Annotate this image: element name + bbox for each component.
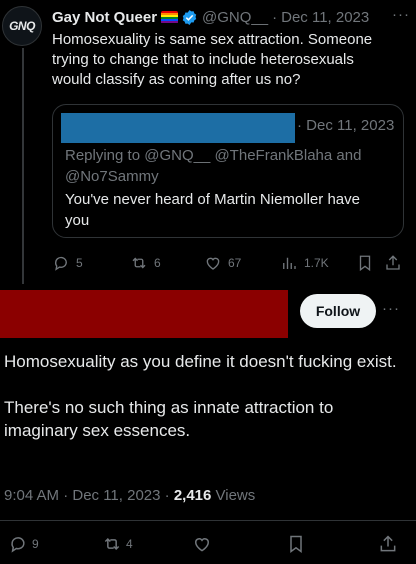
separator-dot: ·	[272, 8, 278, 26]
repost-count: 4	[126, 537, 133, 551]
views-label: Views	[211, 487, 256, 504]
main-tweet-paragraph: Homosexuality as you define it doesn't f…	[4, 352, 397, 371]
views-icon	[283, 257, 296, 269]
tweet-header: Gay Not Queer @GNQ__ · Dec 11, 2023	[52, 6, 410, 28]
handle[interactable]: @GNQ__	[202, 9, 268, 26]
bookmark-icon	[359, 255, 371, 272]
parent-tweet-actions: 5 6 67 1.7K	[52, 250, 404, 276]
repost-button[interactable]: 4	[102, 534, 133, 554]
thread-connector-line	[22, 48, 24, 284]
like-count: 67	[228, 256, 242, 270]
display-name[interactable]: Gay Not Queer	[52, 9, 157, 26]
bookmark-button[interactable]	[286, 534, 306, 554]
tweet-metadata: 9:04 AM · Dec 11, 2023 · 2,416 Views	[4, 487, 255, 504]
parent-tweet: Gay Not Queer @GNQ__ · Dec 11, 2023 Homo…	[52, 6, 410, 90]
quoted-date: · Dec 11, 2023	[297, 117, 395, 134]
like-button[interactable]	[192, 534, 212, 554]
tweet-date[interactable]: Dec 11, 2023	[281, 9, 369, 26]
share-icon	[386, 255, 400, 270]
tweet-text: Homosexuality is same sex attraction. So…	[52, 31, 373, 88]
bookmark-icon	[290, 535, 302, 553]
quoted-tweet[interactable]: · Dec 11, 2023 Replying to @GNQ__ @TheFr…	[52, 104, 404, 238]
reply-count: 9	[32, 537, 39, 551]
repost-icon	[132, 257, 146, 269]
views-count: 1.7K	[304, 256, 329, 270]
follow-button[interactable]: Follow	[300, 294, 376, 328]
repost-count: 6	[154, 256, 161, 270]
more-icon[interactable]: ···	[392, 6, 410, 23]
rainbow-flag-icon	[161, 10, 179, 24]
repost-button[interactable]: 6	[130, 254, 161, 272]
reply-icon	[11, 537, 25, 553]
like-icon	[206, 257, 220, 270]
quoted-text: You've never heard of Martin Niemoller h…	[65, 191, 360, 229]
redacted-author-box	[0, 290, 288, 338]
divider	[0, 520, 416, 521]
main-tweet-actions: 9 4	[0, 532, 416, 560]
reply-button[interactable]: 9	[8, 534, 39, 554]
main-tweet-paragraph: There's no such thing as innate attracti…	[4, 398, 334, 440]
more-icon[interactable]: ···	[382, 300, 400, 317]
reply-icon	[55, 256, 67, 271]
views-button[interactable]: 1.7K	[280, 254, 329, 272]
share-icon	[380, 535, 396, 552]
avatar[interactable]: GNQ	[2, 6, 42, 46]
bookmark-button[interactable]	[356, 254, 374, 272]
replying-to: Replying to @GNQ__ @TheFrankBlaha and @N…	[65, 147, 362, 185]
repost-icon	[104, 537, 120, 551]
reply-button[interactable]: 5	[52, 254, 83, 272]
like-button[interactable]: 67	[204, 254, 241, 272]
like-icon	[195, 538, 209, 552]
share-button[interactable]	[378, 534, 398, 554]
views-total: 2,416	[173, 487, 212, 504]
avatar-logo-text: GNQ	[9, 19, 35, 33]
share-button[interactable]	[384, 254, 402, 272]
tweet-timestamp[interactable]: 9:04 AM · Dec 11, 2023 ·	[4, 487, 174, 504]
verified-badge-icon	[182, 9, 197, 25]
redaction-box	[61, 113, 295, 143]
reply-count: 5	[76, 256, 83, 270]
main-tweet-text: Homosexuality as you define it doesn't f…	[4, 350, 404, 442]
